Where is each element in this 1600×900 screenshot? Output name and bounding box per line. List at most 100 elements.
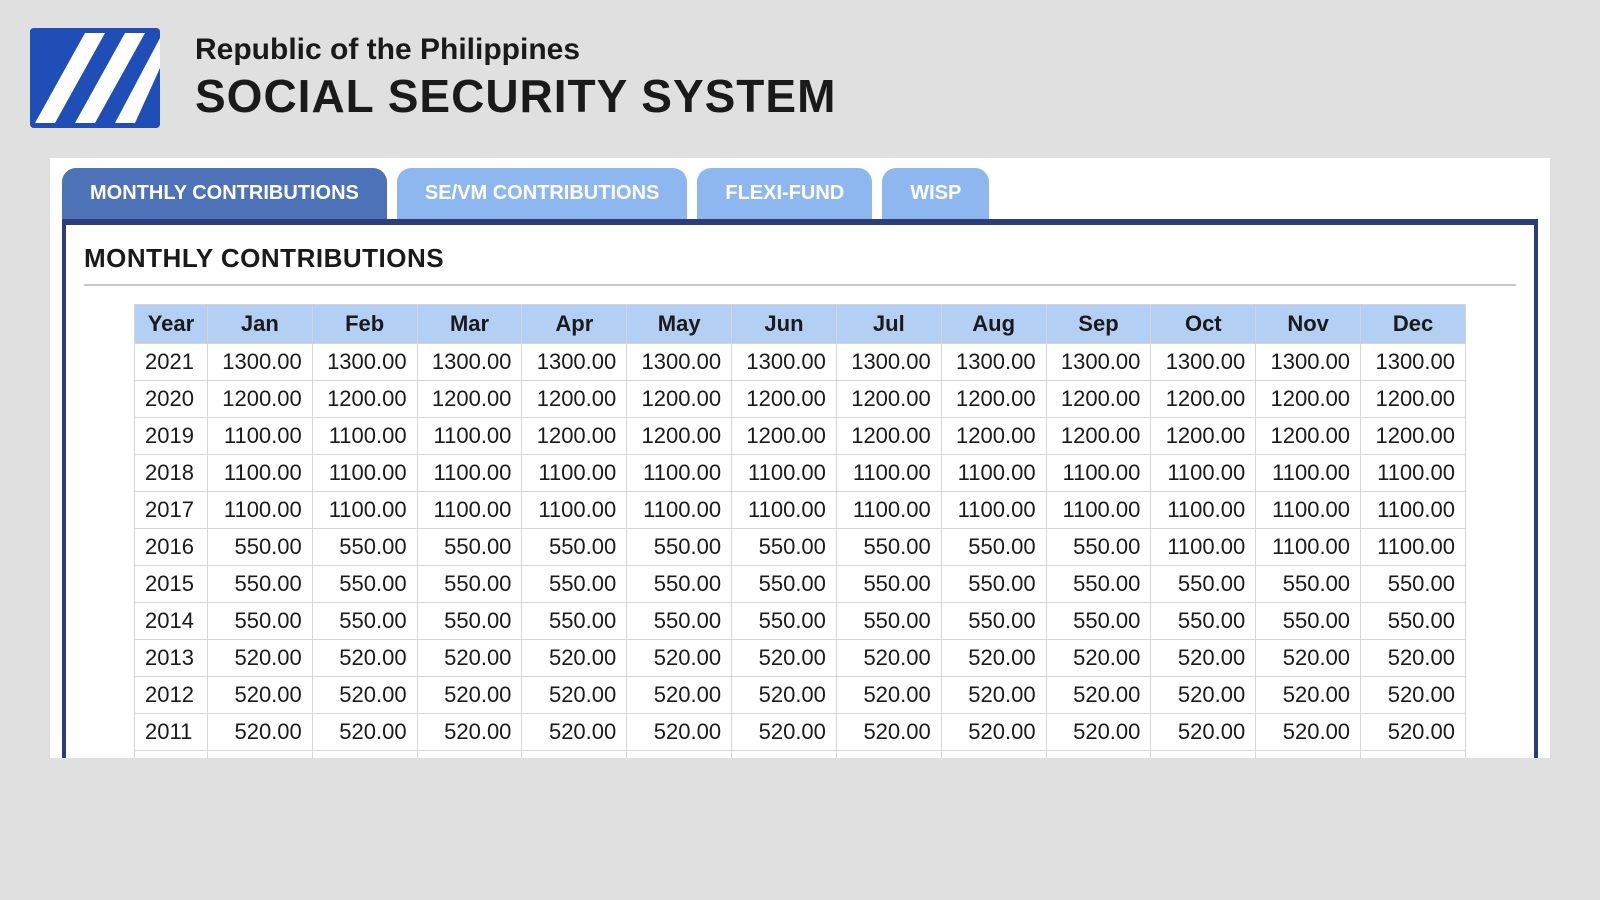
- value-cell: 1100.00: [312, 418, 417, 455]
- value-cell: 1100.00: [627, 492, 732, 529]
- value-cell: 550.00: [1361, 566, 1466, 603]
- value-cell: 1300.00: [1151, 344, 1256, 381]
- value-cell: 0.00: [627, 751, 732, 759]
- value-cell: 0.00: [522, 751, 627, 759]
- value-cell: 550.00: [312, 529, 417, 566]
- value-cell: 520.00: [732, 677, 837, 714]
- value-cell: 1100.00: [207, 418, 312, 455]
- year-cell: 2015: [135, 566, 208, 603]
- value-cell: 520.00: [941, 714, 1046, 751]
- value-cell: 1100.00: [836, 455, 941, 492]
- value-cell: 1100.00: [941, 492, 1046, 529]
- value-cell: 520.00: [312, 714, 417, 751]
- year-cell: 2012: [135, 677, 208, 714]
- value-cell: 1100.00: [417, 418, 522, 455]
- value-cell: 550.00: [312, 603, 417, 640]
- column-header: Jul: [836, 305, 941, 344]
- value-cell: 0.00: [312, 751, 417, 759]
- value-cell: 520.00: [732, 714, 837, 751]
- value-cell: 520.00: [1361, 751, 1466, 759]
- value-cell: 520.00: [522, 714, 627, 751]
- value-cell: 520.00: [417, 714, 522, 751]
- table-row: 2013520.00520.00520.00520.00520.00520.00…: [135, 640, 1466, 677]
- value-cell: 1300.00: [1046, 344, 1151, 381]
- value-cell: 550.00: [627, 529, 732, 566]
- value-cell: 520.00: [1151, 714, 1256, 751]
- tab-se-vm-contributions[interactable]: SE/VM CONTRIBUTIONS: [397, 168, 687, 219]
- value-cell: 1200.00: [1256, 418, 1361, 455]
- value-cell: 1200.00: [1046, 381, 1151, 418]
- value-cell: 1200.00: [836, 381, 941, 418]
- table-row: 20191100.001100.001100.001200.001200.001…: [135, 418, 1466, 455]
- year-cell: 2016: [135, 529, 208, 566]
- value-cell: 1200.00: [836, 418, 941, 455]
- value-cell: 1100.00: [1361, 529, 1466, 566]
- value-cell: 520.00: [1046, 677, 1151, 714]
- value-cell: 1300.00: [522, 344, 627, 381]
- section-title: MONTHLY CONTRIBUTIONS: [84, 243, 1516, 274]
- value-cell: 550.00: [522, 529, 627, 566]
- year-cell: 2014: [135, 603, 208, 640]
- value-cell: 550.00: [1151, 603, 1256, 640]
- value-cell: 520.00: [207, 714, 312, 751]
- value-cell: 550.00: [1046, 529, 1151, 566]
- value-cell: 0.00: [941, 751, 1046, 759]
- table-row: 20211300.001300.001300.001300.001300.001…: [135, 344, 1466, 381]
- year-cell: 2020: [135, 381, 208, 418]
- table-wrap: YearJanFebMarAprMayJunJulAugSepOctNovDec…: [84, 304, 1516, 758]
- value-cell: 520.00: [1361, 640, 1466, 677]
- column-header: Jan: [207, 305, 312, 344]
- table-header-row: YearJanFebMarAprMayJunJulAugSepOctNovDec: [135, 305, 1466, 344]
- value-cell: 1200.00: [732, 418, 837, 455]
- value-cell: 1100.00: [1151, 455, 1256, 492]
- value-cell: 1300.00: [1256, 344, 1361, 381]
- table-row: 2014550.00550.00550.00550.00550.00550.00…: [135, 603, 1466, 640]
- value-cell: 0.00: [1256, 751, 1361, 759]
- value-cell: 520.00: [1046, 714, 1151, 751]
- value-cell: 520.00: [522, 677, 627, 714]
- value-cell: 550.00: [207, 603, 312, 640]
- value-cell: 1100.00: [732, 455, 837, 492]
- tab-flexi-fund[interactable]: FLEXI-FUND: [697, 168, 872, 219]
- value-cell: 1100.00: [1361, 455, 1466, 492]
- year-cell: 2010: [135, 751, 208, 759]
- value-cell: 1100.00: [1361, 492, 1466, 529]
- table-row: 2016550.00550.00550.00550.00550.00550.00…: [135, 529, 1466, 566]
- column-header: Apr: [522, 305, 627, 344]
- value-cell: 1100.00: [1256, 492, 1361, 529]
- column-header: Year: [135, 305, 208, 344]
- value-cell: 520.00: [312, 640, 417, 677]
- year-cell: 2013: [135, 640, 208, 677]
- value-cell: 1300.00: [207, 344, 312, 381]
- value-cell: 1100.00: [836, 492, 941, 529]
- value-cell: 520.00: [417, 677, 522, 714]
- column-header: Feb: [312, 305, 417, 344]
- value-cell: 550.00: [1256, 566, 1361, 603]
- value-cell: 1300.00: [732, 344, 837, 381]
- table-row: 20100.000.000.000.000.000.000.000.000.00…: [135, 751, 1466, 759]
- value-cell: 520.00: [1151, 640, 1256, 677]
- value-cell: 550.00: [417, 529, 522, 566]
- value-cell: 1300.00: [417, 344, 522, 381]
- table-row: 2012520.00520.00520.00520.00520.00520.00…: [135, 677, 1466, 714]
- value-cell: 520.00: [312, 677, 417, 714]
- value-cell: 1100.00: [1256, 455, 1361, 492]
- value-cell: 0.00: [836, 751, 941, 759]
- value-cell: 550.00: [1046, 566, 1151, 603]
- column-header: May: [627, 305, 732, 344]
- value-cell: 1200.00: [1256, 381, 1361, 418]
- value-cell: 520.00: [1151, 677, 1256, 714]
- value-cell: 520.00: [1256, 714, 1361, 751]
- value-cell: 550.00: [941, 566, 1046, 603]
- value-cell: 550.00: [627, 566, 732, 603]
- tab-wisp[interactable]: WISP: [882, 168, 989, 219]
- value-cell: 1300.00: [312, 344, 417, 381]
- value-cell: 1100.00: [732, 492, 837, 529]
- value-cell: 1300.00: [1361, 344, 1466, 381]
- value-cell: 1200.00: [1361, 381, 1466, 418]
- column-header: Dec: [1361, 305, 1466, 344]
- table-row: 2015550.00550.00550.00550.00550.00550.00…: [135, 566, 1466, 603]
- tab-monthly-contributions[interactable]: MONTHLY CONTRIBUTIONS: [62, 168, 387, 219]
- header-title: SOCIAL SECURITY SYSTEM: [195, 69, 836, 123]
- value-cell: 1100.00: [1151, 492, 1256, 529]
